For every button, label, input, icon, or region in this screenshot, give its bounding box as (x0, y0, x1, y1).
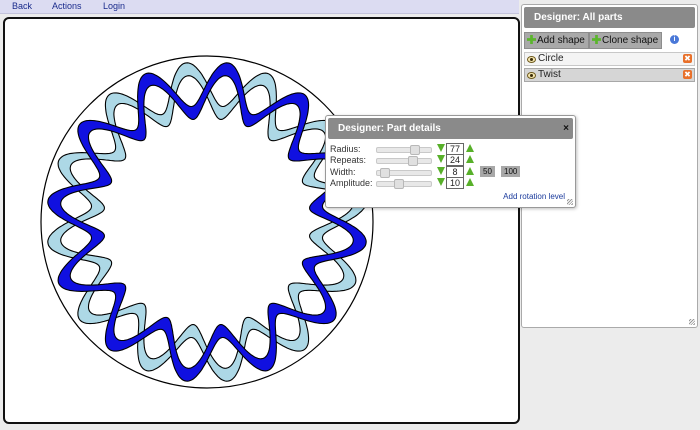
part-item-twist[interactable]: Twist ✖ (524, 68, 695, 82)
arrow-up-icon[interactable] (466, 155, 474, 163)
twist-strand-dark (47, 62, 367, 382)
plus-icon (527, 35, 536, 44)
eye-icon[interactable] (527, 72, 536, 79)
plus-icon (592, 35, 601, 44)
info-icon[interactable]: i (670, 35, 679, 44)
repeats-value[interactable]: 24 (446, 154, 464, 166)
param-row-amplitude: Amplitude: 10 (330, 177, 570, 189)
part-details-dialog: Designer: Part details × Radius: 77 Repe… (325, 115, 576, 208)
menu-login[interactable]: Login (103, 1, 125, 11)
parts-toolbar: Add shape Clone shape i (522, 30, 697, 50)
arrow-down-icon[interactable] (437, 155, 445, 163)
add-shape-label: Add shape (537, 35, 585, 46)
close-icon[interactable]: × (563, 123, 569, 134)
param-label: Amplitude: (330, 178, 373, 188)
param-label: Repeats: (330, 155, 367, 165)
slider-thumb[interactable] (408, 156, 419, 166)
menu-back[interactable]: Back (12, 1, 32, 11)
delete-icon[interactable]: ✖ (683, 70, 692, 79)
resize-handle[interactable] (689, 319, 695, 325)
top-menu-bar: Back Actions Login (0, 0, 519, 14)
part-label: Twist (538, 69, 561, 80)
add-shape-button[interactable]: Add shape (524, 32, 589, 49)
slider-thumb[interactable] (410, 145, 421, 155)
amplitude-value[interactable]: 10 (446, 177, 464, 189)
param-row-repeats: Repeats: 24 (330, 154, 570, 166)
design-canvas[interactable] (3, 17, 520, 424)
part-list: Circle ✖ Twist ✖ (522, 52, 697, 82)
part-label: Circle (538, 53, 564, 64)
delete-icon[interactable]: ✖ (683, 54, 692, 63)
radius-slider[interactable] (376, 145, 432, 155)
arrow-up-icon[interactable] (466, 167, 474, 175)
details-title: Designer: Part details (328, 118, 573, 139)
preset-100-button[interactable]: 100 (501, 166, 521, 177)
clone-shape-button[interactable]: Clone shape (589, 32, 663, 49)
arrow-up-icon[interactable] (466, 178, 474, 186)
param-label: Width: (330, 167, 356, 177)
menu-actions[interactable]: Actions (52, 1, 82, 11)
twist-strand-light (47, 62, 367, 382)
slider-thumb[interactable] (394, 179, 405, 189)
arrow-down-icon[interactable] (437, 144, 445, 152)
arrow-down-icon[interactable] (437, 178, 445, 186)
circle-part (40, 55, 374, 389)
param-label: Radius: (330, 144, 361, 154)
eye-icon[interactable] (527, 56, 536, 63)
preset-50-button[interactable]: 50 (480, 166, 495, 177)
part-item-circle[interactable]: Circle ✖ (524, 52, 695, 66)
repeats-slider[interactable] (376, 156, 432, 166)
parts-panel-title: Designer: All parts (524, 7, 695, 28)
add-rotation-level-link[interactable]: Add rotation level (503, 192, 565, 201)
width-slider[interactable] (376, 168, 432, 178)
arrow-down-icon[interactable] (437, 167, 445, 175)
arrow-up-icon[interactable] (466, 144, 474, 152)
amplitude-slider[interactable] (376, 179, 432, 189)
clone-shape-label: Clone shape (602, 35, 659, 46)
resize-handle[interactable] (567, 199, 573, 205)
slider-thumb[interactable] (379, 168, 390, 178)
shape-drawing (40, 55, 374, 389)
